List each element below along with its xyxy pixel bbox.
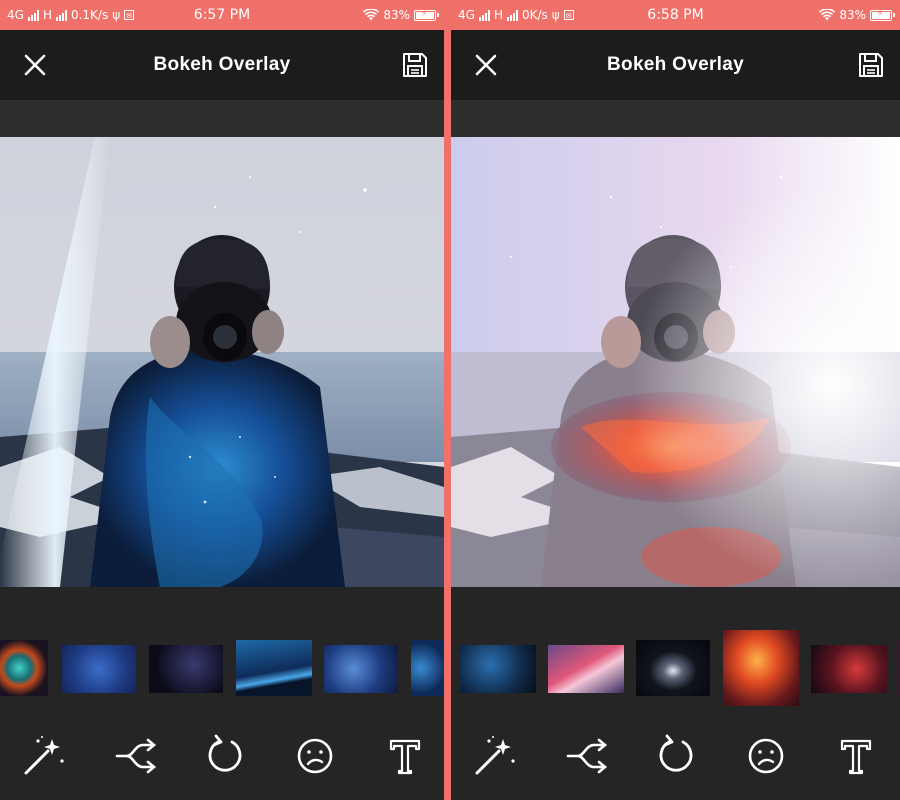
bottom-toolbar — [451, 715, 900, 800]
secondary-bar — [451, 100, 900, 137]
overlay-thumbnail[interactable] — [324, 645, 398, 693]
overlay-thumbnail-strip[interactable] — [0, 620, 444, 710]
shuffle-icon[interactable] — [564, 733, 610, 779]
overlay-thumbnail[interactable] — [236, 640, 312, 696]
photo-canvas[interactable] — [451, 137, 900, 587]
overlay-thumbnail[interactable] — [0, 640, 48, 696]
overlay-thumbnail[interactable] — [636, 640, 710, 696]
text-icon[interactable] — [833, 733, 879, 779]
wifi-icon — [819, 9, 836, 21]
overlay-thumbnail-strip[interactable] — [451, 620, 900, 710]
battery-icon: ⚡ — [414, 9, 439, 21]
page-title: Bokeh Overlay — [153, 54, 291, 75]
overlay-thumbnail[interactable] — [723, 630, 799, 706]
rotate-icon[interactable] — [202, 733, 248, 779]
phone-screen-left: 4G H 0.1K/s ψ ✉ 6:57 PM 83% ⚡ Bokeh Over… — [0, 0, 444, 800]
status-bar: 4G H 0.1K/s ψ ✉ 6:57 PM 83% ⚡ — [0, 0, 444, 30]
page-title: Bokeh Overlay — [607, 54, 744, 75]
overlay-thumbnail[interactable] — [811, 645, 887, 693]
bottom-toolbar — [0, 715, 444, 800]
status-bar: 4G H 0K/s ψ ✉ 6:58 PM 83% ⚡ — [451, 0, 900, 30]
shuffle-icon[interactable] — [113, 733, 159, 779]
battery-percent: 83% — [839, 8, 866, 22]
overlay-thumbnail[interactable] — [460, 645, 536, 693]
overlay-thumbnail[interactable] — [548, 645, 624, 693]
battery-icon: ⚡ — [870, 9, 895, 21]
save-icon[interactable] — [400, 50, 430, 80]
app-bar: Bokeh Overlay — [0, 30, 444, 100]
sad-face-icon[interactable] — [743, 733, 789, 779]
secondary-bar — [0, 100, 444, 137]
wifi-icon — [363, 9, 380, 21]
rotate-icon[interactable] — [653, 733, 699, 779]
phone-screen-right: 4G H 0K/s ψ ✉ 6:58 PM 83% ⚡ Bokeh Overla… — [451, 0, 900, 800]
magic-wand-icon[interactable] — [20, 733, 66, 779]
app-bar: Bokeh Overlay — [451, 30, 900, 100]
photo-canvas[interactable] — [0, 137, 444, 587]
save-icon[interactable] — [856, 50, 886, 80]
battery-percent: 83% — [383, 8, 410, 22]
overlay-thumbnail[interactable] — [149, 645, 223, 693]
overlay-thumbnail[interactable] — [62, 645, 136, 693]
text-icon[interactable] — [382, 733, 428, 779]
magic-wand-icon[interactable] — [471, 733, 517, 779]
overlay-thumbnail[interactable] — [411, 640, 444, 696]
sad-face-icon[interactable] — [292, 733, 338, 779]
